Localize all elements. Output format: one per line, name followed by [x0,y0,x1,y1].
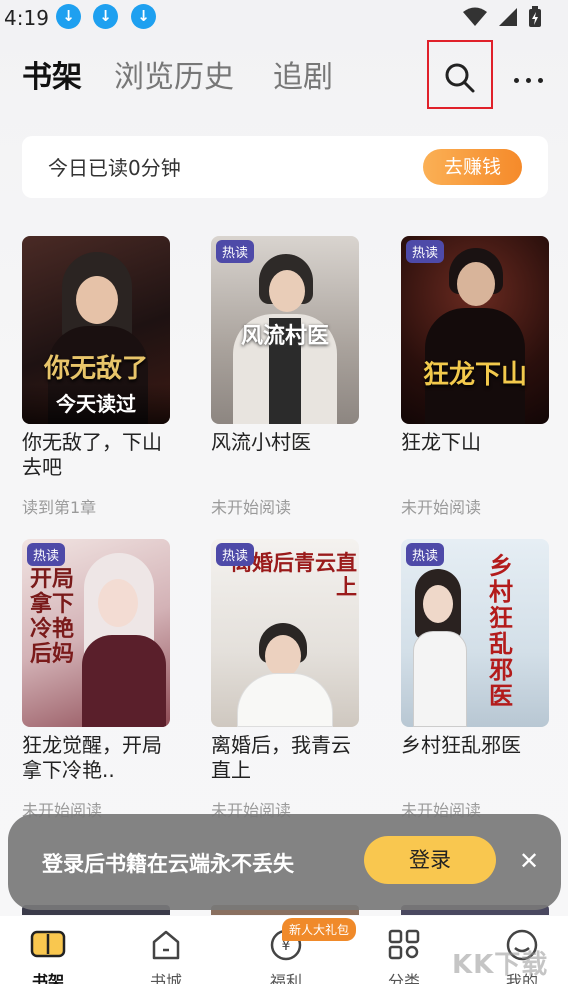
download-icon: ↓ [131,4,156,29]
watermark: KK下载 [452,950,549,980]
cover-art-title: 开局拿下冷艳后妈 [30,566,75,667]
nav-label: 分类 [387,972,420,984]
login-toast-text: 登录后书籍在云端永不丢失 [42,852,294,876]
book-cover[interactable]: 你无敌了 今天读过 [22,236,170,424]
more-button[interactable] [508,60,548,100]
nav-store[interactable]: 书城 [136,928,196,984]
tab-bookshelf[interactable]: 书架 [22,58,82,98]
hot-tag: 热读 [216,240,255,263]
hot-tag: 热读 [406,240,445,263]
earn-money-button[interactable]: 去赚钱 [423,149,522,185]
book-cover[interactable]: 乡村狂乱邪医 热读 [401,539,549,727]
nav-label: 书架 [31,972,64,984]
search-icon [445,63,475,93]
login-button[interactable]: 登录 [364,836,496,884]
more-icon [514,78,519,83]
status-bar: 4:19 ↓ ↓ ↓ [0,0,568,36]
close-icon[interactable]: ✕ [516,848,542,874]
read-today-label: 今天读过 [56,392,136,416]
book-title[interactable]: 狂龙下山 [401,430,541,455]
book-status: 未开始阅读 [401,498,482,517]
status-time: 4:19 [4,6,49,30]
reading-time-text: 今日已读0分钟 [48,156,181,180]
book-status: 未开始阅读 [211,498,292,517]
cover-art-title: 你无敌了 [43,354,148,384]
reading-time-card: 今日已读0分钟 去赚钱 [22,136,548,198]
tab-drama[interactable]: 追剧 [273,58,333,98]
book-cover[interactable]: 风流村医 热读 [211,236,359,424]
download-icon: ↓ [56,4,81,29]
hot-tag: 热读 [27,543,66,566]
battery-icon [529,6,541,27]
nav-label: 福利 [269,972,302,984]
signal-icon [499,8,517,26]
newcomer-gift-badge: 新人大礼包 [282,918,357,941]
book-title[interactable]: 离婚后，我青云直上 [211,733,351,783]
nav-bookshelf[interactable]: 书架 [18,928,78,984]
book-cover[interactable]: 开局拿下冷艳后妈 热读 [22,539,170,727]
book-title[interactable]: 你无敌了，下山去吧 [22,430,162,480]
book-cover[interactable]: 狂龙下山 热读 [401,236,549,424]
book-status: 读到第1章 [22,498,97,517]
cover-art-title: 乡村狂乱邪医 [489,551,513,710]
search-button[interactable] [427,40,493,109]
wifi-icon [463,7,487,26]
book-cover[interactable]: 离婚后青云直上 热读 [211,539,359,727]
hot-tag: 热读 [216,543,255,566]
tab-history[interactable]: 浏览历史 [114,58,234,98]
book-title[interactable]: 风流小村医 [211,430,351,455]
store-icon [152,930,180,960]
hot-tag: 热读 [406,543,445,566]
nav-category[interactable]: 分类 [374,928,434,984]
bookshelf-icon [30,930,66,958]
book-title[interactable]: 乡村狂乱邪医 [401,733,541,758]
book-title[interactable]: 狂龙觉醒，开局拿下冷艳.. [22,733,162,783]
nav-label: 书城 [149,972,182,984]
cover-art-title: 狂龙下山 [422,360,527,390]
cover-art-title: 风流村医 [240,323,329,349]
category-icon [388,929,420,960]
download-icon: ↓ [93,4,118,29]
login-toast: 登录后书籍在云端永不丢失 登录 ✕ [8,814,561,910]
